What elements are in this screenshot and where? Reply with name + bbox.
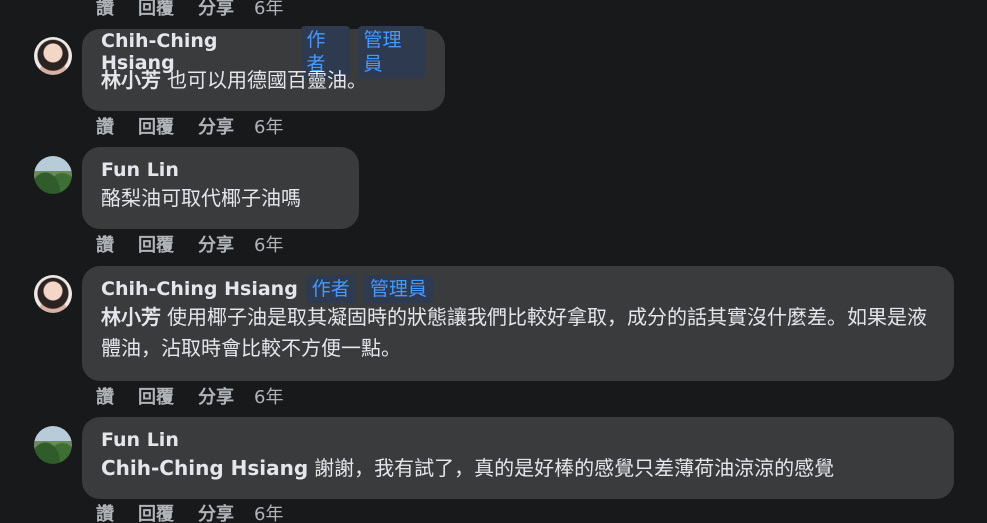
share-link[interactable]: 分享 xyxy=(198,500,234,523)
comment-text: 謝謝，我有試了，真的是好棒的感覺只差薄荷油涼涼的感覺 xyxy=(314,456,835,480)
comment-bubble: Fun Lin 酪梨油可取代椰子油嗎 xyxy=(82,147,359,229)
comment-bubble: Chih-Ching Hsiang 作者 管理員 林小芳 使用椰子油是取其凝固時的… xyxy=(82,266,954,381)
author-badge: 作者 xyxy=(305,275,356,303)
admin-badge: 管理員 xyxy=(357,26,425,78)
avatar[interactable] xyxy=(34,37,72,75)
share-link[interactable]: 分享 xyxy=(198,231,234,257)
avatar[interactable] xyxy=(34,156,72,194)
comment-bubble: Fun Lin Chih-Ching Hsiang 謝謝，我有試了，真的是好棒的感… xyxy=(82,417,954,499)
comment-author[interactable]: Chih-Ching Hsiang xyxy=(101,278,298,300)
timestamp[interactable]: 6年 xyxy=(254,0,283,20)
reply-link[interactable]: 回覆 xyxy=(138,0,174,20)
admin-badge: 管理員 xyxy=(363,275,433,303)
comment-bubble: Chih-Ching Hsiang 作者 管理員 林小芳 也可以用德國百靈油。 xyxy=(82,26,445,111)
timestamp[interactable]: 6年 xyxy=(254,113,283,139)
mention-link[interactable]: Chih-Ching Hsiang xyxy=(101,456,308,480)
comment-author[interactable]: Fun Lin xyxy=(101,429,179,451)
mention-link[interactable]: 林小芳 xyxy=(101,68,161,92)
avatar[interactable] xyxy=(34,275,72,313)
share-link[interactable]: 分享 xyxy=(198,113,234,139)
timestamp[interactable]: 6年 xyxy=(254,383,283,409)
like-link[interactable]: 讚 xyxy=(96,383,114,409)
comment-actions: 讚 回覆 分享 6年 xyxy=(96,0,307,20)
avatar[interactable] xyxy=(34,426,72,464)
comment-text: 也可以用德國百靈油。 xyxy=(167,68,367,92)
share-link[interactable]: 分享 xyxy=(198,0,234,20)
like-link[interactable]: 讚 xyxy=(96,0,114,20)
comment-actions: 讚 回覆 分享 6年 xyxy=(96,113,307,139)
like-link[interactable]: 讚 xyxy=(96,113,114,139)
timestamp[interactable]: 6年 xyxy=(254,231,283,257)
reply-link[interactable]: 回覆 xyxy=(138,231,174,257)
share-link[interactable]: 分享 xyxy=(198,383,234,409)
comment-actions: 讚 回覆 分享 6年 xyxy=(96,231,307,257)
mention-link[interactable]: 林小芳 xyxy=(101,305,161,329)
reply-link[interactable]: 回覆 xyxy=(138,113,174,139)
comment-actions: 讚 回覆 分享 6年 xyxy=(96,383,307,409)
timestamp[interactable]: 6年 xyxy=(254,500,283,523)
comment-text: 酪梨油可取代椰子油嗎 xyxy=(101,186,301,210)
comment-text: 使用椰子油是取其凝固時的狀態讓我們比較好拿取，成分的話其實沒什麼差。如果是液體油… xyxy=(101,305,927,360)
reply-link[interactable]: 回覆 xyxy=(138,500,174,523)
reply-link[interactable]: 回覆 xyxy=(138,383,174,409)
comment-thread: 讚 回覆 分享 6年 Chih-Ching Hsiang 作者 管理員 林小芳也… xyxy=(0,0,987,523)
like-link[interactable]: 讚 xyxy=(96,231,114,257)
comment-actions: 讚 回覆 分享 6年 xyxy=(96,500,307,523)
comment-author[interactable]: Fun Lin xyxy=(101,159,179,181)
like-link[interactable]: 讚 xyxy=(96,500,114,523)
